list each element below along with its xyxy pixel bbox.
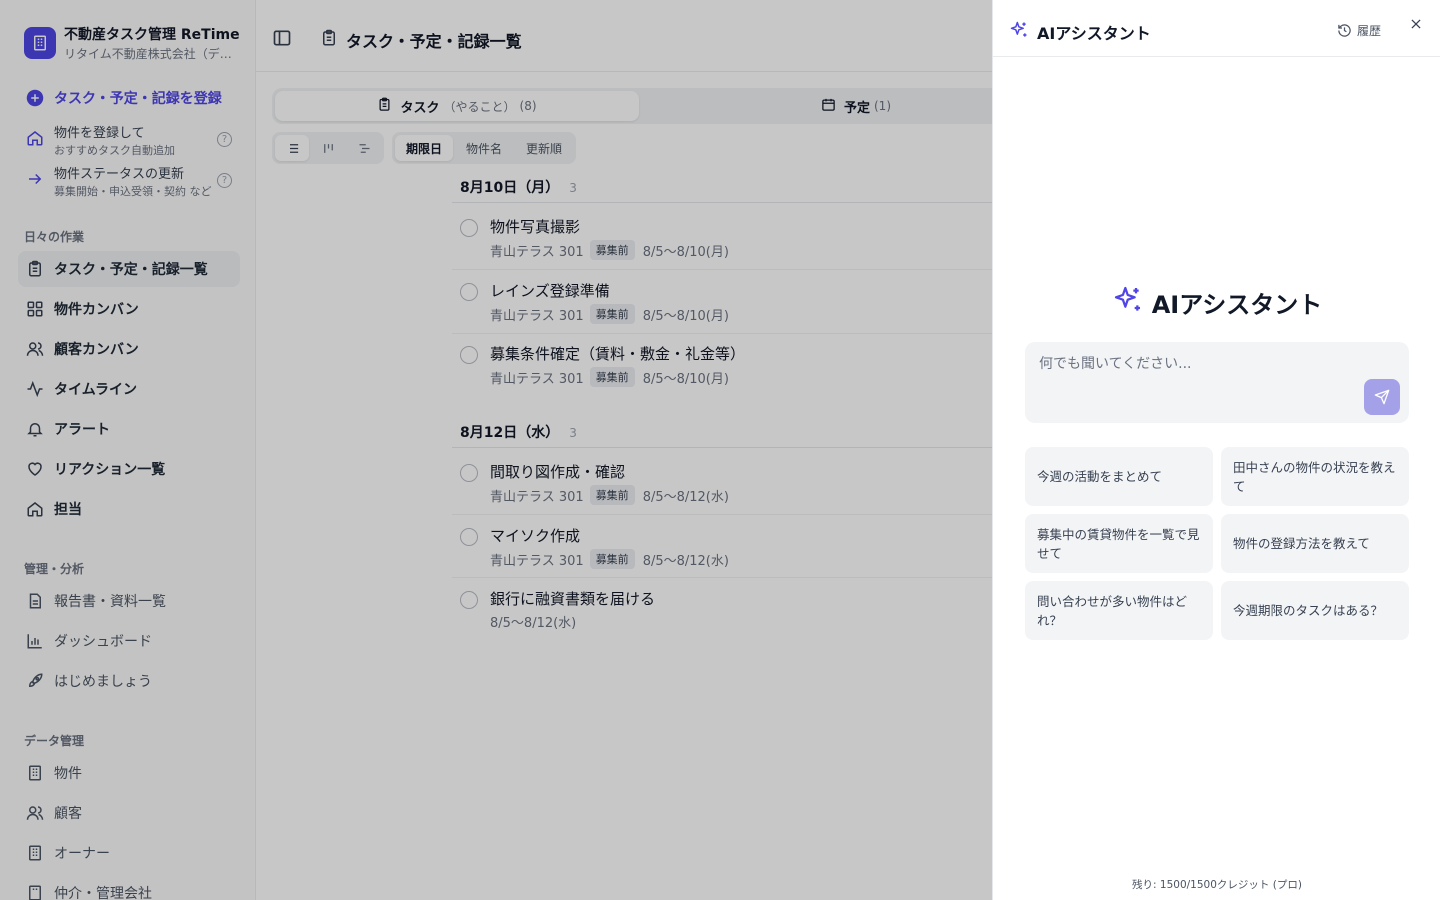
ai-assistant-panel: AIアシスタント 履歴 AIアシスタント 今週の活動をまとめて 田中さんの物件の… [992,0,1440,900]
modal-backdrop[interactable] [0,0,992,900]
assistant-hero: AIアシスタント [993,284,1440,320]
chat-input[interactable] [1025,342,1409,423]
chat-composer [1025,342,1409,423]
suggestion-chip[interactable]: 問い合わせが多い物件はどれ？ [1025,581,1213,640]
suggestion-chip[interactable]: 今週期限のタスクはある？ [1221,581,1409,640]
send-icon [1374,389,1390,405]
credits-remaining: 残り: 1500/1500クレジット (プロ) [1132,879,1302,891]
send-button[interactable] [1364,379,1400,415]
history-icon [1338,24,1351,37]
sparkles-icon [1112,284,1144,320]
suggestion-chip[interactable]: 募集中の賃貸物件を一覧で見せて [1025,514,1213,573]
suggestion-chip[interactable]: 物件の登録方法を教えて [1221,514,1409,573]
panel-header: AIアシスタント 履歴 [993,0,1440,57]
panel-title: AIアシスタント [1037,24,1151,43]
history-button[interactable]: 履歴 [1337,22,1381,39]
sparkles-icon [1009,20,1029,44]
history-label: 履歴 [1357,24,1382,38]
hero-title: AIアシスタント [1151,290,1323,319]
suggestion-chip[interactable]: 田中さんの物件の状況を教えて [1221,447,1409,506]
suggestion-chip[interactable]: 今週の活動をまとめて [1025,447,1213,506]
close-icon[interactable] [1407,15,1425,33]
